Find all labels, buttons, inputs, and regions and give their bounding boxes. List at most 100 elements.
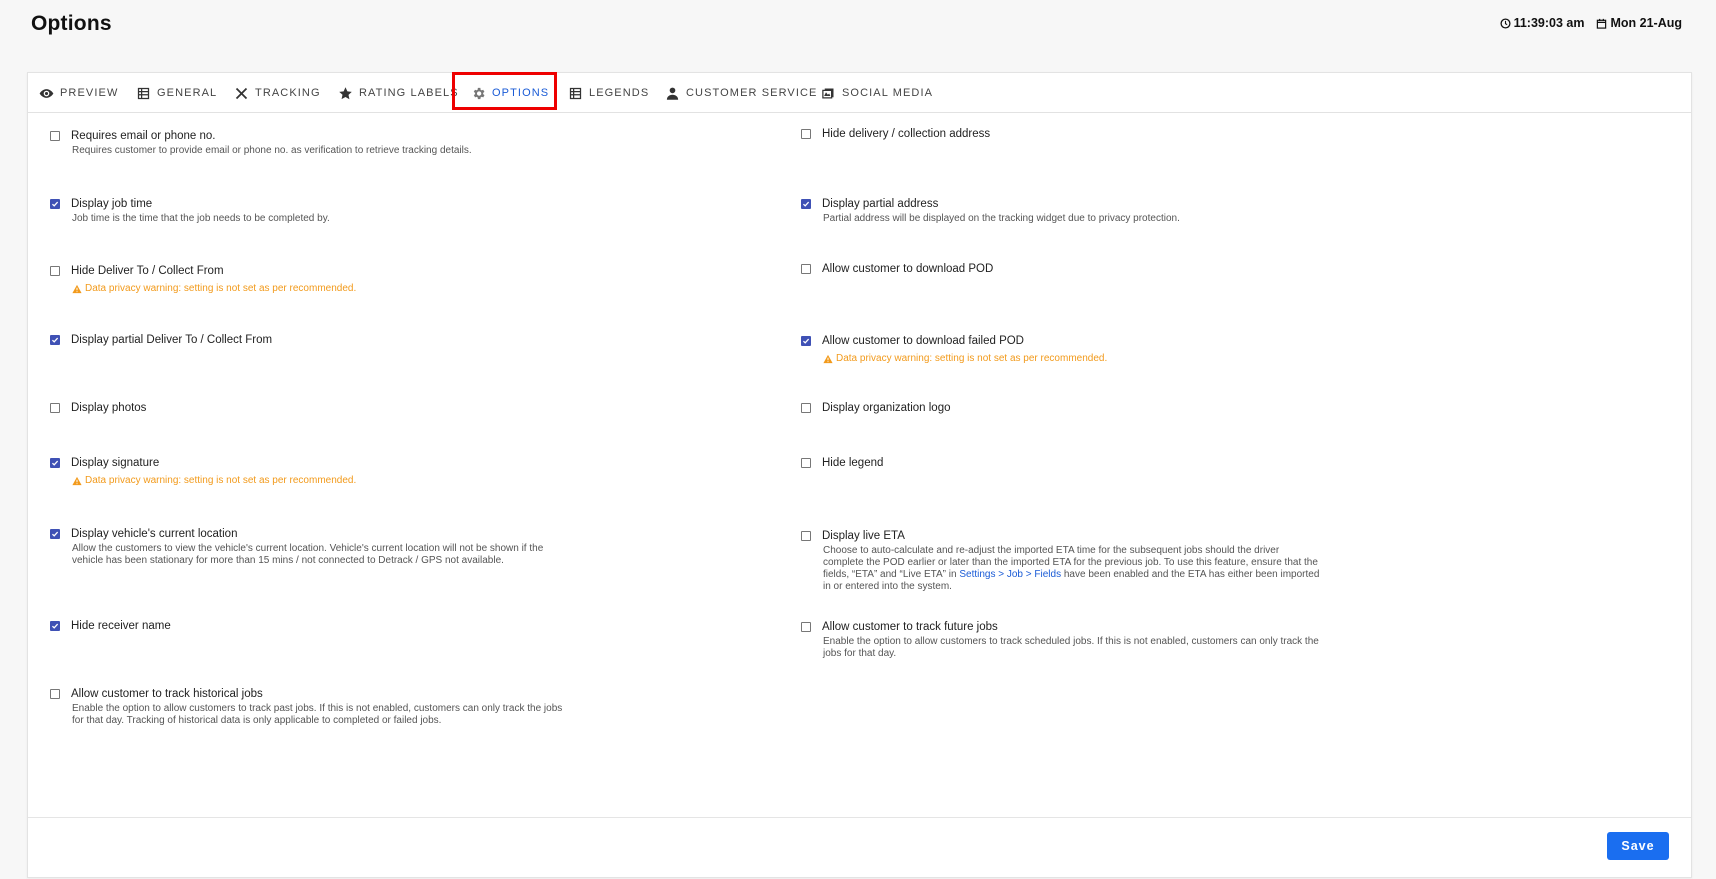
option-label: Hide delivery / collection address bbox=[822, 128, 991, 140]
option-description: Enable the option to allow customers to … bbox=[823, 636, 1319, 659]
option-label: Allow customer to download POD bbox=[822, 263, 994, 275]
option-label: Hide legend bbox=[822, 457, 884, 469]
settings-fields-link[interactable]: Settings > Job > Fields bbox=[959, 569, 1061, 580]
check-icon bbox=[802, 338, 810, 344]
option-row: Hide receiver name bbox=[50, 619, 570, 633]
option-label: Display partial Deliver To / Collect Fro… bbox=[71, 334, 273, 346]
tab-label: PREVIEW bbox=[60, 87, 119, 99]
right-option: Hide delivery / collection address bbox=[801, 127, 1321, 141]
clock-area: 11:39:03 am Mon 21-Aug bbox=[1500, 16, 1682, 30]
tab-label: TRACKING bbox=[255, 87, 321, 99]
option-checkbox[interactable] bbox=[801, 264, 811, 274]
left-option: Allow customer to track historical jobs E… bbox=[50, 687, 570, 727]
save-button[interactable]: Save bbox=[1607, 832, 1669, 860]
option-row: Allow customer to track future jobs bbox=[801, 620, 1321, 634]
option-description: Job time is the time that the job needs … bbox=[72, 213, 330, 224]
tab-tracking[interactable]: TRACKING bbox=[234, 73, 321, 113]
left-option: Display photos bbox=[50, 401, 570, 415]
left-option: Display job time Job time is the time tha… bbox=[50, 197, 570, 225]
tab-legends[interactable]: LEGENDS bbox=[568, 73, 649, 113]
option-row: Display live ETA bbox=[801, 529, 1321, 543]
option-row: Allow customer to track historical jobs bbox=[50, 687, 570, 701]
option-checkbox[interactable] bbox=[50, 335, 60, 345]
list-icon bbox=[137, 87, 150, 99]
warning-icon bbox=[72, 476, 82, 485]
media-icon bbox=[822, 88, 834, 98]
footer-divider bbox=[28, 817, 1691, 818]
check-icon bbox=[51, 337, 59, 343]
left-option: Display partial Deliver To / Collect Fro… bbox=[50, 333, 570, 347]
option-label: Allow customer to track future jobs bbox=[822, 621, 998, 633]
warning-text: Data privacy warning: setting is not set… bbox=[85, 283, 357, 294]
calendar-icon bbox=[1597, 18, 1607, 29]
option-row: Display vehicle's current location bbox=[50, 527, 570, 541]
option-row: Display organization logo bbox=[801, 401, 1321, 415]
option-row: Hide Deliver To / Collect From bbox=[50, 264, 570, 278]
privacy-warning: Data privacy warning: setting is not set… bbox=[72, 475, 570, 486]
warning-icon bbox=[72, 284, 82, 293]
check-icon bbox=[51, 531, 59, 537]
option-label: Display partial address bbox=[822, 198, 939, 210]
right-option: Allow customer to download POD bbox=[801, 262, 1321, 276]
option-checkbox[interactable] bbox=[801, 199, 811, 209]
option-checkbox[interactable] bbox=[801, 336, 811, 346]
option-checkbox[interactable] bbox=[50, 689, 60, 699]
check-icon bbox=[51, 201, 59, 207]
tab-label: RATING LABELS bbox=[359, 87, 459, 99]
option-checkbox[interactable] bbox=[801, 403, 811, 413]
clock-icon bbox=[1500, 17, 1511, 29]
option-label: Hide receiver name bbox=[71, 620, 171, 632]
option-row: Display partial address bbox=[801, 197, 1321, 211]
option-row: Display job time bbox=[50, 197, 570, 211]
page-title: Options bbox=[31, 12, 112, 35]
date-display: Mon 21-Aug bbox=[1596, 16, 1682, 30]
tab-rating-labels[interactable]: RATING LABELS bbox=[338, 73, 459, 113]
tab-options[interactable]: OPTIONS bbox=[471, 73, 549, 113]
check-icon bbox=[51, 460, 59, 466]
tab-label: GENERAL bbox=[157, 87, 218, 99]
privacy-warning: Data privacy warning: setting is not set… bbox=[823, 353, 1321, 364]
option-row: Display signature bbox=[50, 456, 570, 470]
option-label: Hide Deliver To / Collect From bbox=[71, 265, 224, 277]
option-description: Enable the option to allow customers to … bbox=[72, 703, 563, 726]
option-checkbox[interactable] bbox=[50, 199, 60, 209]
option-checkbox[interactable] bbox=[801, 531, 811, 541]
right-option: Display organization logo bbox=[801, 401, 1321, 415]
tab-preview[interactable]: PREVIEW bbox=[39, 73, 118, 113]
tab-social-media[interactable]: SOCIAL MEDIA bbox=[821, 73, 933, 113]
warning-icon bbox=[823, 354, 833, 363]
warning-text: Data privacy warning: setting is not set… bbox=[836, 353, 1108, 364]
option-checkbox[interactable] bbox=[801, 129, 811, 139]
option-label: Display signature bbox=[71, 457, 160, 469]
tab-general[interactable]: GENERAL bbox=[136, 73, 217, 113]
tools-icon bbox=[235, 87, 248, 99]
option-checkbox[interactable] bbox=[50, 458, 60, 468]
right-option: Allow customer to track future jobs Enabl… bbox=[801, 620, 1321, 660]
option-checkbox[interactable] bbox=[801, 458, 811, 468]
tab-customer-service[interactable]: CUSTOMER SERVICE bbox=[665, 73, 818, 113]
option-checkbox[interactable] bbox=[50, 266, 60, 276]
tab-bar: PREVIEW GENERAL TRACKING RATING LABELS O… bbox=[28, 72, 1691, 113]
user-icon bbox=[666, 87, 679, 100]
time-text: 11:39:03 am bbox=[1513, 16, 1585, 30]
option-label: Display organization logo bbox=[822, 402, 951, 414]
left-option: Display signature Data privacy warning: s… bbox=[50, 456, 570, 486]
tab-label: CUSTOMER SERVICE bbox=[686, 87, 818, 99]
left-option: Display vehicle's current location Allow … bbox=[50, 527, 570, 567]
option-checkbox[interactable] bbox=[50, 403, 60, 413]
option-label: Display live ETA bbox=[822, 530, 905, 542]
option-label: Display job time bbox=[71, 198, 153, 210]
option-row: Requires email or phone no. bbox=[50, 129, 570, 143]
option-label: Display vehicle's current location bbox=[71, 528, 238, 540]
option-checkbox[interactable] bbox=[50, 621, 60, 631]
left-option: Hide receiver name bbox=[50, 619, 570, 633]
date-text: Mon 21-Aug bbox=[1610, 16, 1682, 30]
star-icon bbox=[339, 86, 352, 99]
option-row: Hide legend bbox=[801, 456, 1321, 470]
option-description: Partial address will be displayed on the… bbox=[823, 213, 1180, 224]
option-checkbox[interactable] bbox=[50, 529, 60, 539]
option-checkbox[interactable] bbox=[801, 622, 811, 632]
option-label: Display photos bbox=[71, 402, 147, 414]
option-checkbox[interactable] bbox=[50, 131, 60, 141]
left-option: Requires email or phone no. Requires cust… bbox=[50, 129, 570, 157]
